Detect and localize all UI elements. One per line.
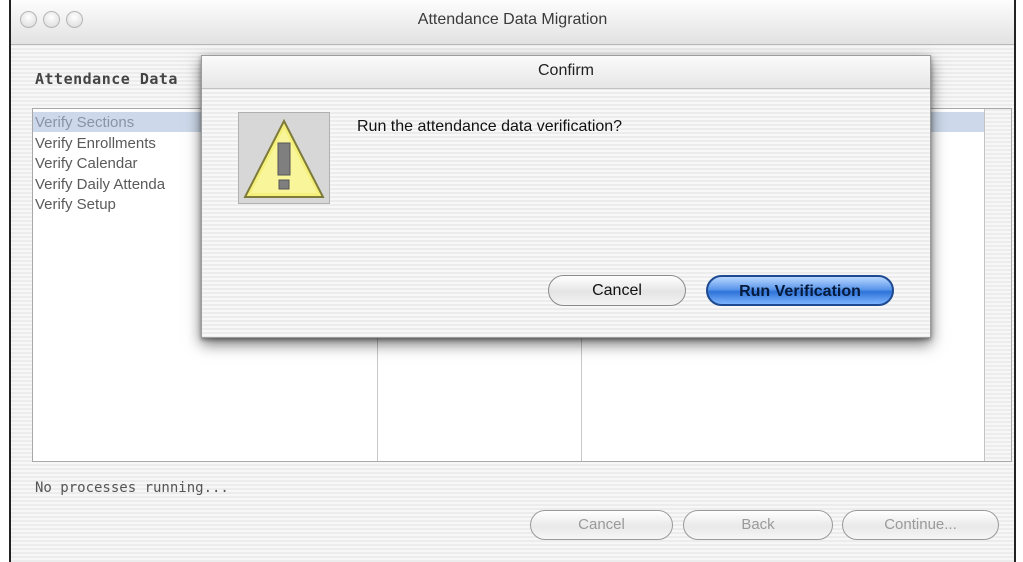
step-item-verify-sections[interactable]: Verify Sections [35, 113, 165, 134]
dialog-titlebar: Confirm [202, 56, 930, 89]
back-button[interactable]: Back [683, 510, 833, 540]
steps-list: Verify Sections Verify Enrollments Verif… [35, 113, 165, 216]
step-item-verify-daily-attendance[interactable]: Verify Daily Attenda [35, 175, 165, 196]
dialog-cancel-button[interactable]: Cancel [548, 275, 686, 306]
step-item-verify-setup[interactable]: Verify Setup [35, 195, 165, 216]
confirm-dialog: Confirm Run the attendance data verifica… [201, 55, 931, 338]
dialog-message: Run the attendance data verification? [357, 118, 623, 135]
section-heading: Attendance Data [35, 70, 178, 88]
step-item-verify-enrollments[interactable]: Verify Enrollments [35, 134, 165, 155]
run-verification-button[interactable]: Run Verification [706, 275, 894, 306]
window-title: Attendance Data Migration [417, 11, 608, 28]
step-item-verify-calendar[interactable]: Verify Calendar [35, 154, 165, 175]
vertical-scrollbar[interactable] [984, 109, 1011, 461]
status-text: No processes running... [35, 480, 229, 496]
window-titlebar: Attendance Data Migration [11, 0, 1014, 45]
cancel-button[interactable]: Cancel [530, 510, 673, 540]
warning-icon [238, 112, 330, 204]
continue-button[interactable]: Continue... [842, 510, 999, 540]
dialog-title: Confirm [537, 62, 594, 79]
